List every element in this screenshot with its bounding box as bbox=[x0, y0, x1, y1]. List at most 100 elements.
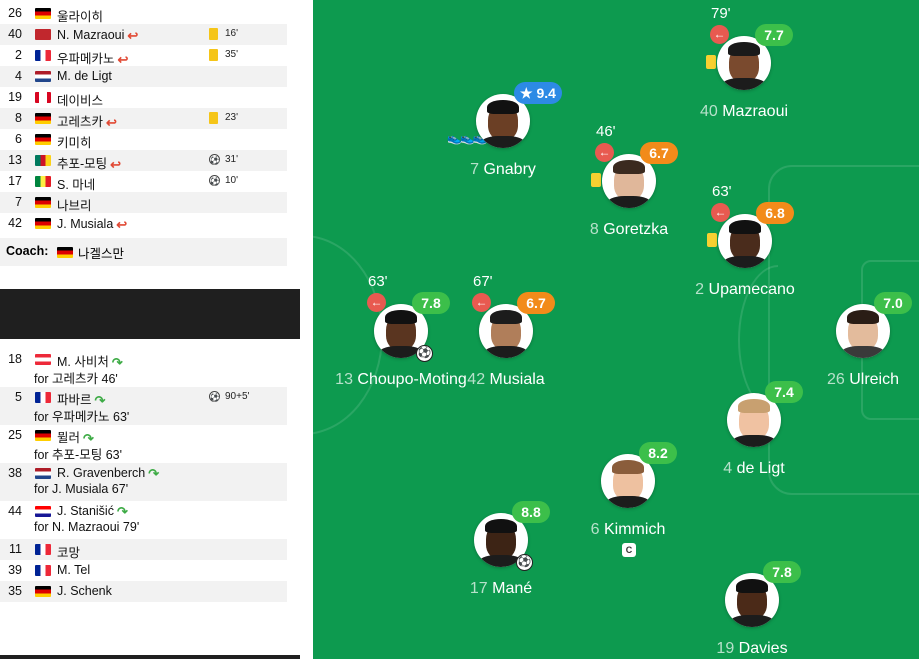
lineup-row[interactable]: 19 데이비스 bbox=[0, 87, 287, 108]
yellow-card-icon bbox=[209, 112, 218, 124]
event-time: 23' bbox=[225, 112, 239, 123]
sub-for-text: for 추포-모팅 63' bbox=[34, 448, 122, 462]
player-number: 5 bbox=[15, 390, 22, 404]
player-number: 8 bbox=[15, 111, 22, 125]
sub-for-text: for N. Mazraoui 79' bbox=[34, 520, 140, 534]
coach-row: Coach: 나겔스만 bbox=[0, 238, 287, 266]
rating-badge: 6.7 bbox=[640, 142, 678, 164]
pitch: 79' ← 7.7 40 Mazraoui 👟👟👟 ★ 9.4 7 Gnabry… bbox=[313, 0, 919, 659]
france-flag-icon bbox=[35, 565, 51, 576]
sub-row[interactable]: 18 M. 사비처 ↷ for 고레츠카 46' bbox=[0, 349, 287, 387]
rating-badge: 8.2 bbox=[639, 442, 677, 464]
rating-badge: 7.4 bbox=[765, 381, 803, 403]
yellow-card-icon bbox=[707, 233, 717, 247]
player-name: R. Gravenberch ↷ bbox=[57, 466, 160, 481]
player-name: 키미히 bbox=[57, 136, 92, 150]
rating-badge: 8.8 bbox=[512, 501, 550, 523]
sub-minute: 46' bbox=[596, 123, 616, 140]
player-number: 13 bbox=[8, 153, 22, 167]
section-divider bbox=[0, 655, 300, 659]
player-name: 데이비스 bbox=[57, 94, 104, 108]
coach-name: 나겔스만 bbox=[78, 247, 125, 261]
player-name: N. Mazraoui ↩ bbox=[57, 28, 139, 43]
player-number: 42 bbox=[8, 216, 22, 230]
bench-row[interactable]: 11 코망 bbox=[0, 539, 287, 560]
player-number: 17 bbox=[8, 174, 22, 188]
rating-badge: ★ 9.4 bbox=[514, 82, 562, 104]
rating-badge: 7.0 bbox=[874, 292, 912, 314]
player-number: 26 bbox=[8, 6, 22, 20]
canada-flag-icon bbox=[35, 92, 51, 103]
goal-ball-icon: ⚽ bbox=[209, 154, 220, 165]
event-time: 90+5' bbox=[225, 391, 250, 402]
lineup-row[interactable]: 13 추포-모팅 ↩ ⚽ 31' bbox=[0, 150, 287, 172]
player-label: 40 Mazraoui bbox=[699, 103, 789, 120]
lineup-row[interactable]: 4 M. de Ligt bbox=[0, 66, 287, 87]
player-number: 25 bbox=[8, 428, 22, 442]
yellow-card-icon bbox=[591, 173, 601, 187]
sub-in-icon: ↷ bbox=[116, 504, 128, 519]
sub-row[interactable]: 38 R. Gravenberch ↷ for J. Musiala 67' bbox=[0, 463, 287, 501]
morocco-flag-icon bbox=[35, 29, 51, 40]
austria-flag-icon bbox=[35, 354, 51, 365]
germany-flag-icon bbox=[57, 247, 73, 258]
sub-minute: 67' bbox=[473, 273, 493, 290]
lineup-row[interactable]: 26 울라이히 bbox=[0, 3, 287, 24]
section-divider bbox=[0, 289, 300, 339]
player-number: 19 bbox=[8, 90, 22, 104]
player-number: 35 bbox=[8, 584, 22, 598]
sub-row[interactable]: 25 뮐러 ↷ for 추포-모팅 63' bbox=[0, 425, 287, 463]
player-label: 19 Davies bbox=[716, 640, 788, 657]
player-name: J. Musiala ↩ bbox=[57, 217, 128, 232]
yellow-card-icon bbox=[209, 49, 218, 61]
sub-row[interactable]: 5 파바르 ↷ ⚽ 90+5' for 우파메카노 63' bbox=[0, 387, 287, 425]
bench-row[interactable]: 39 M. Tel bbox=[0, 560, 287, 581]
sub-minute: 79' bbox=[711, 5, 731, 22]
cameroon-flag-icon bbox=[35, 155, 51, 166]
player-label: 17 Mané bbox=[469, 580, 533, 597]
yellow-card-icon bbox=[706, 55, 716, 69]
germany-flag-icon bbox=[35, 430, 51, 441]
event-time: 10' bbox=[225, 175, 239, 186]
rating-badge: 7.8 bbox=[412, 292, 450, 314]
goal-ball-icon: ⚽ bbox=[516, 554, 533, 571]
yellow-card-icon bbox=[209, 28, 218, 40]
player-name: S. 마네 bbox=[57, 178, 96, 192]
player-number: 6 bbox=[15, 132, 22, 146]
lineup-row[interactable]: 6 키미히 bbox=[0, 129, 287, 150]
germany-flag-icon bbox=[35, 197, 51, 208]
rating-badge: 6.8 bbox=[756, 202, 794, 224]
lineup-row[interactable]: 42 J. Musiala ↩ bbox=[0, 213, 287, 234]
lineup-row[interactable]: 2 우파메카노 ↩ 35' bbox=[0, 45, 287, 67]
player-label: 4 de Ligt bbox=[723, 460, 785, 477]
coach-label: Coach: bbox=[6, 244, 49, 258]
lineup-row[interactable]: 8 고레츠카 ↩ 23' bbox=[0, 108, 287, 130]
bench-row[interactable]: 35 J. Schenk bbox=[0, 581, 287, 602]
sub-for-text: for 고레츠카 46' bbox=[34, 372, 118, 386]
player-name: 울라이히 bbox=[57, 10, 104, 24]
player-name: J. Schenk bbox=[57, 584, 112, 598]
lineup-row[interactable]: 40 N. Mazraoui ↩ 16' bbox=[0, 24, 287, 45]
player-number: 7 bbox=[15, 195, 22, 209]
germany-flag-icon bbox=[35, 586, 51, 597]
germany-flag-icon bbox=[35, 113, 51, 124]
goal-ball-icon: ⚽ bbox=[209, 391, 220, 402]
rating-badge: 7.8 bbox=[763, 561, 801, 583]
player-label: 8 Goretzka bbox=[589, 221, 669, 238]
lineup-row[interactable]: 17 S. 마네 ⚽ 10' bbox=[0, 171, 287, 192]
sub-row[interactable]: 44 J. Stanišić ↷ for N. Mazraoui 79' bbox=[0, 501, 287, 539]
netherlands-flag-icon bbox=[35, 468, 51, 479]
sub-out-icon: ↩ bbox=[116, 217, 128, 232]
player-number: 40 bbox=[8, 27, 22, 41]
center-circle bbox=[313, 235, 383, 435]
player-label: 42 Musiala bbox=[467, 371, 545, 388]
player-name: 나브리 bbox=[57, 199, 92, 213]
goal-ball-icon: ⚽ bbox=[209, 175, 220, 186]
rating-badge: 6.7 bbox=[517, 292, 555, 314]
player-name: M. Tel bbox=[57, 563, 91, 577]
sub-for-text: for 우파메카노 63' bbox=[34, 410, 130, 424]
lineup-row[interactable]: 7 나브리 bbox=[0, 192, 287, 213]
player-name: 추포-모팅 ↩ bbox=[57, 157, 122, 172]
player-number: 18 bbox=[8, 352, 22, 366]
senegal-flag-icon bbox=[35, 176, 51, 187]
